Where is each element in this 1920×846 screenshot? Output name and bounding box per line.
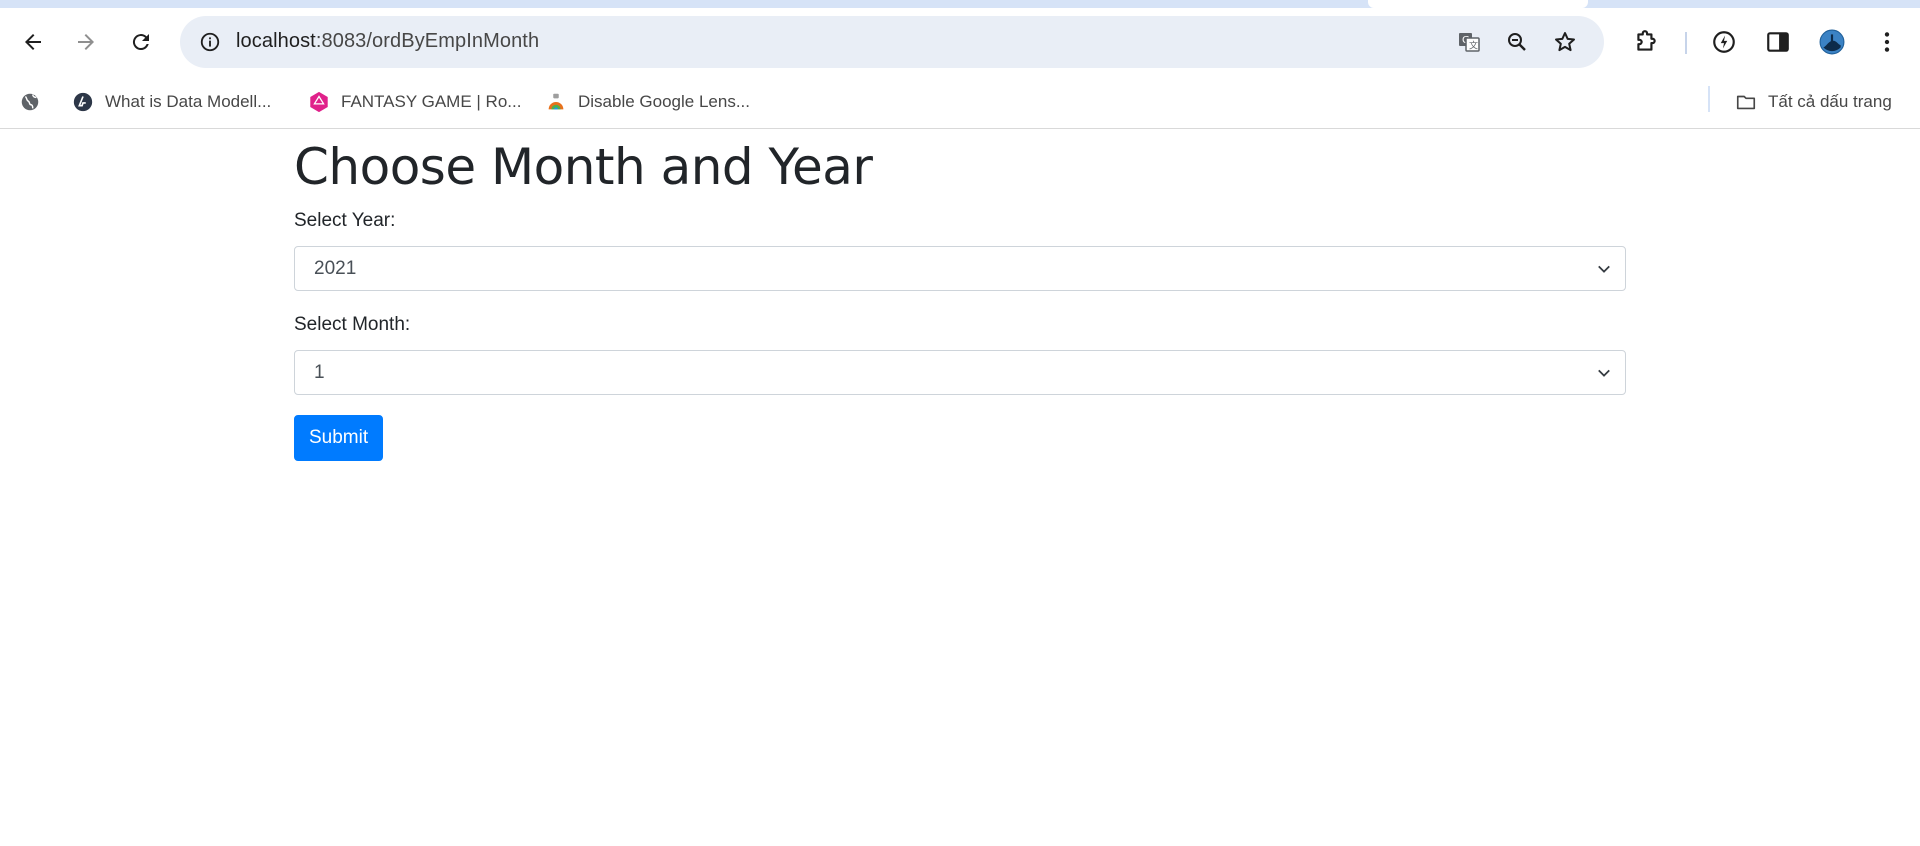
bookmarks-divider <box>1708 86 1710 112</box>
site-info-button[interactable] <box>192 24 228 60</box>
reload-button[interactable] <box>121 22 161 62</box>
page-title: Choose Month and Year <box>294 138 873 196</box>
svg-text:文: 文 <box>1469 40 1478 52</box>
year-select[interactable]: 2021 <box>294 246 1626 291</box>
submit-button[interactable]: Submit <box>294 415 384 461</box>
all-bookmarks-label: Tất cả dấu trang <box>1768 92 1892 111</box>
active-tab-edge[interactable] <box>1368 0 1588 8</box>
url-host: localhost <box>236 30 316 52</box>
extensions-icon <box>1637 30 1656 51</box>
translate-button[interactable]: G文 <box>1452 25 1486 59</box>
globe-icon <box>18 90 42 114</box>
forward-button[interactable] <box>66 22 106 62</box>
bookmark-star-button[interactable] <box>1548 25 1582 59</box>
side-panel-icon <box>1767 32 1789 52</box>
back-button[interactable] <box>13 22 53 62</box>
reload-icon <box>132 34 149 51</box>
browser-toolbar: localhost:8083/ordByEmpInMonth G文 <box>0 8 1920 76</box>
bookmark-label: What is Data Modell... <box>105 92 272 111</box>
all-bookmarks-button[interactable]: Tất cả dấu trang <box>1734 88 1892 116</box>
month-label: Select Month: <box>294 314 411 335</box>
profile-button[interactable] <box>1814 24 1850 60</box>
bookmark-item[interactable]: What is Data Modell... <box>71 88 271 116</box>
performance-button[interactable] <box>1706 24 1742 60</box>
side-panel-button[interactable] <box>1760 24 1796 60</box>
performance-icon <box>1713 31 1735 53</box>
back-icon <box>25 34 41 50</box>
tab-strip <box>0 0 1920 8</box>
bookmark-label: FANTASY GAME | Ro... <box>341 92 522 111</box>
translate-icon: G文 <box>1459 33 1480 52</box>
site-info-icon <box>200 32 220 52</box>
month-select-value: 1 <box>314 362 325 383</box>
url-path: :8083/ordByEmpInMonth <box>315 30 540 52</box>
page-content: Choose Month and Year Select Year: 2021 … <box>294 129 1626 461</box>
month-form-group: Select Month: 1 <box>294 313 1626 395</box>
bookmarks-bar: What is Data Modell... FANTASY GAME | Ro… <box>0 76 1920 129</box>
extensions-button[interactable] <box>1628 24 1664 60</box>
chevron-down-icon <box>1595 260 1613 278</box>
menu-icon <box>1884 32 1890 52</box>
folder-icon <box>1734 90 1758 114</box>
year-label: Select Year: <box>294 210 396 231</box>
zoom-button[interactable] <box>1500 25 1534 59</box>
address-bar[interactable]: localhost:8083/ordByEmpInMonth G文 <box>180 16 1604 68</box>
bookmark-item[interactable]: FANTASY GAME | Ro... <box>307 88 521 116</box>
bookmark-label: Disable Google Lens... <box>578 92 750 111</box>
browser-menu-button[interactable] <box>1869 24 1905 60</box>
chevron-down-icon <box>1595 364 1613 382</box>
toolbar-divider <box>1685 32 1687 54</box>
year-form-group: Select Year: 2021 <box>294 209 1626 291</box>
bookmark-lens-icon <box>544 90 568 114</box>
profile-avatar <box>1819 29 1845 55</box>
bookmark-fantasy-icon <box>307 90 331 114</box>
zoom-icon <box>1508 33 1526 51</box>
star-icon <box>1555 32 1575 52</box>
year-select-value: 2021 <box>314 258 357 279</box>
bookmark-apps[interactable] <box>18 88 52 116</box>
bookmark-datamodel-icon <box>71 90 95 114</box>
forward-icon <box>78 34 94 50</box>
bookmark-item[interactable]: Disable Google Lens... <box>544 88 750 116</box>
month-select[interactable]: 1 <box>294 350 1626 395</box>
url-text[interactable]: localhost:8083/ordByEmpInMonth <box>236 30 539 53</box>
